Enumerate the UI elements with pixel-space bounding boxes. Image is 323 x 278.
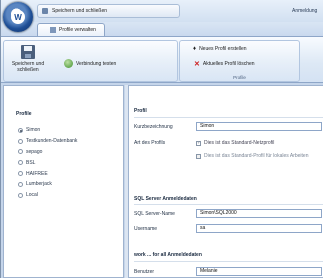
- ribbon: Speichern und schließen Verbindung teste…: [1, 37, 323, 83]
- profile-section-title: Profil: [134, 108, 147, 114]
- radio-button[interactable]: [18, 160, 23, 166]
- user-label: Benutzer: [134, 269, 155, 275]
- delete-profile-button[interactable]: ✕ Aktuelles Profil löschen: [194, 60, 255, 68]
- application-window: W Speichern und schließen Anmeldung Prof…: [0, 0, 323, 278]
- checkbox[interactable]: [196, 140, 201, 146]
- new-profile-button[interactable]: ♦ Neues Profil erstellen: [193, 46, 247, 52]
- tab-profile-verwalten[interactable]: Profile verwalten: [37, 23, 105, 36]
- username-label: Username: [134, 226, 158, 232]
- profile-item-label: Simon: [26, 127, 41, 134]
- profile-item-label: Local: [26, 192, 38, 199]
- profile-item-simon[interactable]: Simon: [18, 125, 77, 136]
- ribbon-group-label: Profile: [233, 75, 246, 80]
- checkbox[interactable]: [196, 153, 201, 159]
- profile-item-label: sepago: [26, 148, 43, 155]
- default-local-profile-checkbox[interactable]: Dies ist das Standard-Profil für lokales…: [196, 153, 309, 159]
- profile-list-panel: Profile Simon Testkunden-Datenbank sepag…: [3, 85, 124, 278]
- profile-type-label: Art des Profils: [134, 140, 166, 146]
- short-name-label: Kurzbezeichnung: [134, 124, 173, 130]
- profile-item-label: Testkunden-Datenbank: [26, 138, 78, 145]
- profiles-icon: [50, 27, 56, 33]
- app-logo-icon: W: [11, 10, 25, 24]
- username-input[interactable]: sa: [196, 224, 322, 233]
- user-input[interactable]: Melanie: [196, 267, 322, 276]
- section-divider: [134, 261, 323, 262]
- profile-item-testkunden[interactable]: Testkunden-Datenbank: [18, 136, 77, 147]
- section-divider: [134, 204, 323, 205]
- sql-server-name-label: SQL Server-Name: [134, 211, 175, 217]
- window-title: Anmeldung: [292, 8, 318, 14]
- profile-item-local[interactable]: Local: [18, 190, 77, 201]
- ribbon-group-actions: Speichern und schließen Verbindung teste…: [3, 40, 178, 82]
- ribbon-tab-bar: Profile verwalten: [1, 22, 323, 37]
- profile-details-panel: Profil Kurzbezeichnung Simon Art des Pro…: [128, 85, 323, 278]
- radio-button[interactable]: [18, 149, 23, 155]
- test-connection-button[interactable]: Verbindung testen: [64, 59, 116, 68]
- qat-save-close-label[interactable]: Speichern und schließen: [52, 8, 107, 14]
- profile-item-sepago[interactable]: sepago: [18, 147, 77, 158]
- save-and-close-button[interactable]: Speichern und schließen: [8, 45, 48, 73]
- profile-item-label: HAIFREE: [26, 170, 48, 177]
- profile-item-haifree[interactable]: HAIFREE: [18, 168, 77, 179]
- profile-item-bsl[interactable]: BSL: [18, 157, 77, 168]
- quick-access-toolbar: Speichern und schließen: [37, 4, 180, 18]
- tab-label: Profile verwalten: [59, 27, 96, 33]
- profile-item-label: Lumberjack: [26, 181, 52, 188]
- radio-button[interactable]: [18, 192, 23, 198]
- sql-server-name-input[interactable]: Simon\SQL2000: [196, 209, 322, 218]
- radio-button[interactable]: [18, 171, 23, 177]
- connection-icon: [64, 59, 73, 68]
- section-divider: [134, 117, 323, 118]
- delete-profile-label: Aktuelles Profil löschen: [202, 61, 255, 67]
- ribbon-group-profile: ♦ Neues Profil erstellen ✕ Aktuelles Pro…: [179, 40, 300, 82]
- save-close-icon[interactable]: [42, 8, 48, 14]
- default-local-profile-label: Dies ist das Standard-Profil für lokales…: [204, 153, 309, 159]
- profile-list: Simon Testkunden-Datenbank sepago BSL HA…: [18, 125, 77, 201]
- default-network-profile-checkbox[interactable]: Dies ist das Standard-Netzprofil: [196, 140, 274, 146]
- sql-section-title: SQL Server Anmeldedaten: [134, 196, 197, 202]
- short-name-input[interactable]: Simon: [196, 122, 322, 131]
- profile-list-title: Profile: [16, 111, 32, 117]
- title-bar: W Speichern und schließen Anmeldung: [1, 0, 323, 32]
- default-network-profile-label: Dies ist das Standard-Netzprofil: [204, 140, 275, 146]
- floppy-disk-icon: [21, 45, 35, 59]
- profile-item-lumberjack[interactable]: Lumberjack: [18, 179, 77, 190]
- radio-button[interactable]: [18, 181, 23, 187]
- radio-button[interactable]: [18, 138, 23, 144]
- delete-icon: ✕: [194, 61, 200, 68]
- test-connection-label: Verbindung testen: [76, 60, 117, 67]
- application-menu-button[interactable]: W: [3, 2, 33, 32]
- new-profile-label: Neues Profil erstellen: [199, 46, 247, 52]
- profile-item-label: BSL: [26, 159, 36, 166]
- bullet-icon: ♦: [193, 46, 197, 52]
- radio-button[interactable]: [18, 127, 23, 133]
- save-and-close-label: Speichern und schließen: [11, 61, 45, 73]
- work-section-title: work ... for all Anmeldedaten: [134, 252, 202, 258]
- main-content: Profile Simon Testkunden-Datenbank sepag…: [1, 83, 323, 278]
